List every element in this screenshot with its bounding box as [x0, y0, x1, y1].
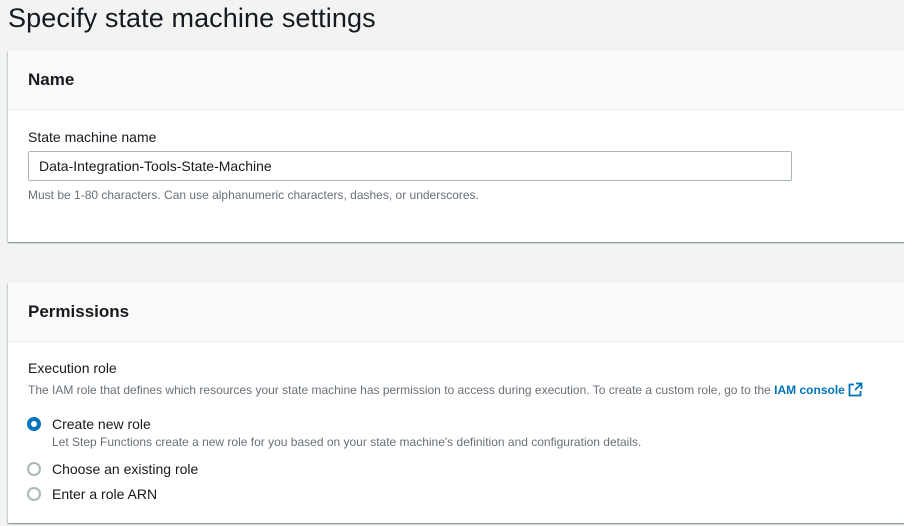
iam-console-link-label: IAM console	[774, 383, 845, 397]
name-section-heading: Name	[28, 70, 75, 89]
radio-label-choose-existing-role: Choose an existing role	[52, 461, 199, 477]
radio-label-enter-role-arn: Enter a role ARN	[52, 486, 158, 502]
state-machine-name-label: State machine name	[28, 129, 157, 145]
permissions-panel-header: Permissions	[8, 283, 904, 342]
permissions-section-heading: Permissions	[28, 302, 130, 321]
radio-option-enter-role-arn[interactable]: Enter a role ARN	[27, 486, 157, 502]
radio-option-create-new-role[interactable]: Create new role	[27, 416, 151, 432]
permissions-panel: Permissions Execution role The IAM role …	[8, 283, 904, 523]
page-title: Specify state machine settings	[8, 3, 376, 33]
radio-button-choose-existing-role[interactable]	[27, 462, 41, 476]
execution-role-description: The IAM role that defines which resource…	[28, 382, 863, 400]
state-machine-name-hint: Must be 1-80 characters. Can use alphanu…	[28, 188, 479, 202]
create-new-role-description: Let Step Functions create a new role for…	[52, 435, 642, 449]
state-machine-name-input[interactable]	[28, 151, 792, 181]
execution-role-description-text: The IAM role that defines which resource…	[28, 383, 771, 397]
name-panel-header: Name	[8, 51, 904, 110]
radio-button-enter-role-arn[interactable]	[27, 487, 41, 501]
external-link-icon	[848, 382, 863, 400]
radio-button-create-new-role[interactable]	[27, 417, 41, 431]
iam-console-link[interactable]: IAM console	[774, 382, 863, 400]
radio-label-create-new-role: Create new role	[52, 416, 151, 432]
radio-option-choose-existing-role[interactable]: Choose an existing role	[27, 461, 198, 477]
execution-role-label: Execution role	[28, 360, 117, 376]
name-panel: Name State machine name Must be 1-80 cha…	[8, 51, 904, 242]
